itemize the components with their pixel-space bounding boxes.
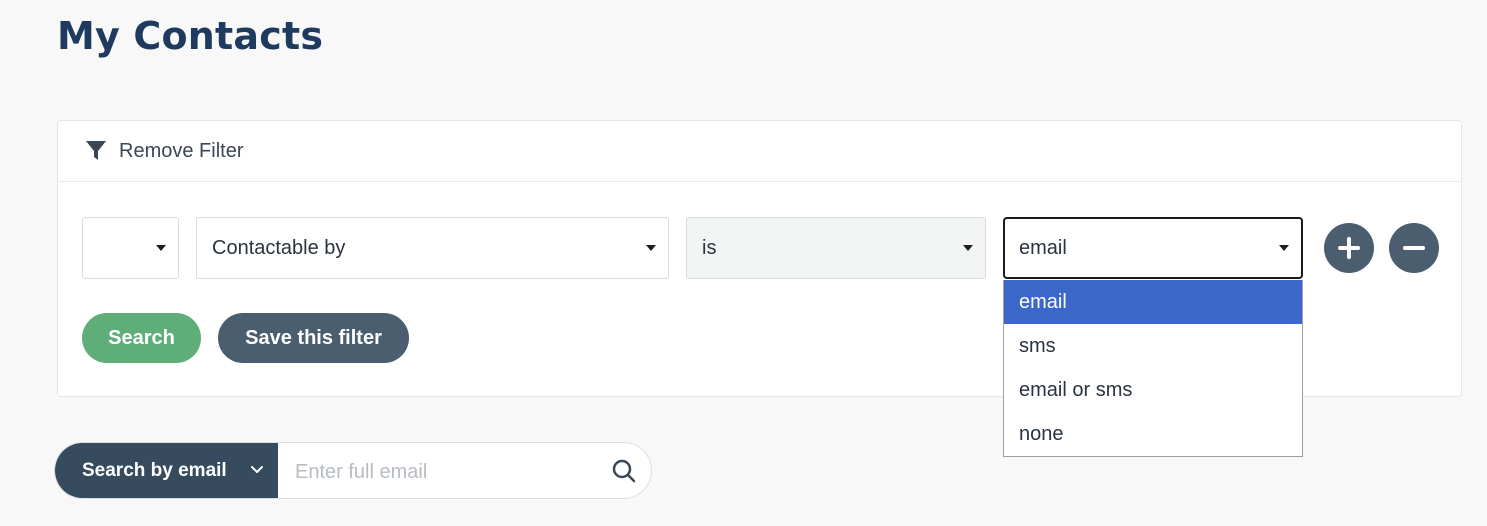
add-rule-button[interactable]: [1324, 223, 1374, 273]
remove-rule-button[interactable]: [1389, 223, 1439, 273]
dropdown-option-none[interactable]: none: [1004, 412, 1302, 456]
filter-field-select[interactable]: Contactable by: [196, 217, 669, 279]
minus-icon: [1403, 246, 1425, 250]
filter-operator-select[interactable]: is: [686, 217, 986, 279]
filter-value-select[interactable]: email: [1003, 217, 1303, 279]
email-search-input[interactable]: [293, 455, 597, 489]
remove-filter-label: Remove Filter: [119, 139, 244, 162]
page-title: My Contacts: [57, 14, 324, 58]
filter-value-value: email: [1019, 236, 1067, 259]
save-filter-button[interactable]: Save this filter: [218, 313, 409, 363]
remove-filter-toggle[interactable]: Remove Filter: [58, 121, 1461, 182]
caret-down-icon: [646, 245, 656, 251]
filter-operator-value: is: [702, 236, 717, 259]
filter-field-value: Contactable by: [212, 236, 346, 259]
quick-search-bar: Search by email: [54, 442, 652, 499]
chevron-down-icon: [251, 466, 263, 473]
dropdown-option-email-or-sms[interactable]: email or sms: [1004, 368, 1302, 412]
search-icon[interactable]: [611, 458, 637, 484]
filter-value-dropdown: email sms email or sms none: [1003, 280, 1303, 457]
caret-down-icon: [1279, 245, 1289, 251]
search-type-dropdown[interactable]: Search by email: [55, 443, 278, 498]
search-type-label: Search by email: [82, 459, 227, 481]
filter-prefix-select[interactable]: [82, 217, 179, 279]
dropdown-option-email[interactable]: email: [1004, 280, 1302, 324]
dropdown-option-sms[interactable]: sms: [1004, 324, 1302, 368]
caret-down-icon: [156, 245, 166, 251]
plus-icon: [1338, 237, 1360, 259]
filter-icon: [84, 139, 108, 163]
search-button[interactable]: Search: [82, 313, 201, 363]
caret-down-icon: [963, 245, 973, 251]
